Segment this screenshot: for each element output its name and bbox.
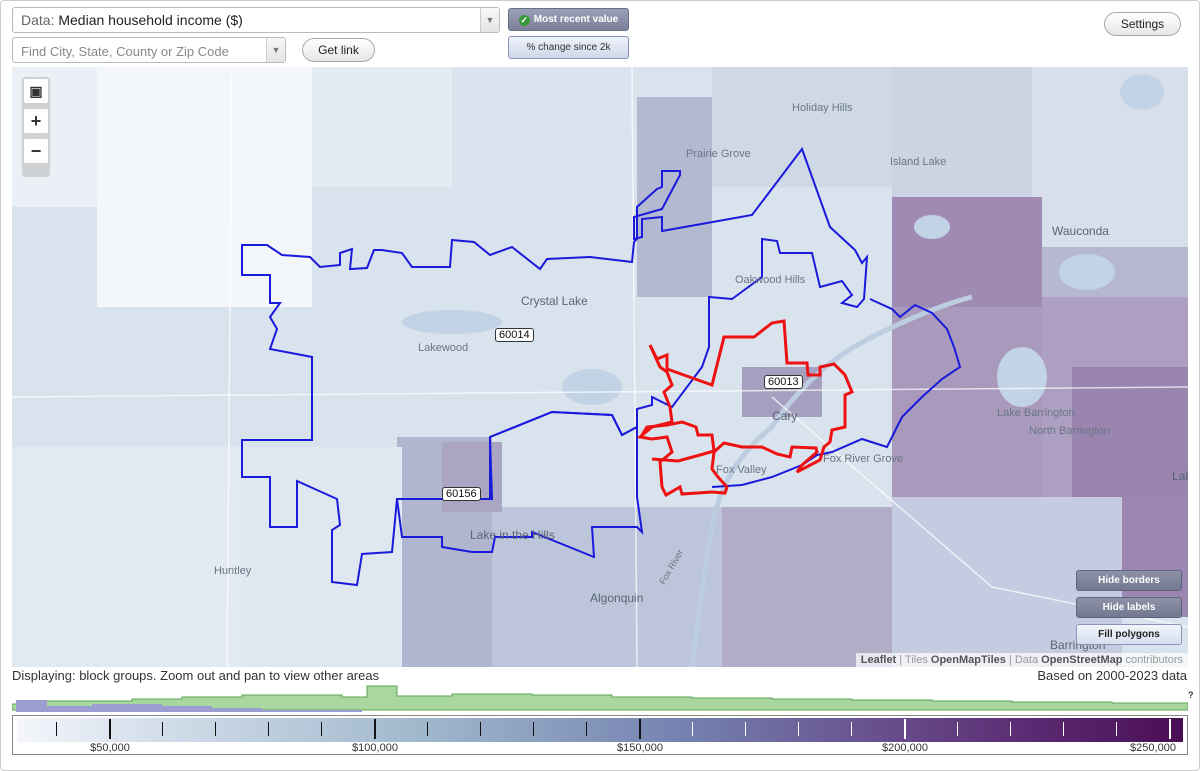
place-label: Lakewood <box>418 342 469 354</box>
map-attribution: Leaflet | Tiles OpenMapTiles | Data Open… <box>855 653 1188 667</box>
place-label: Cary <box>772 409 798 423</box>
histogram <box>12 685 1188 712</box>
check-icon: ✓ <box>518 15 530 26</box>
place-label: Lake in the Hills <box>470 528 555 542</box>
chevron-down-icon[interactable]: ▼ <box>480 8 499 32</box>
block-group <box>1032 67 1188 247</box>
legend-label: $50,000 <box>90 742 130 754</box>
attrib-sep: | Data <box>1008 654 1039 666</box>
place-label: Wauconda <box>1052 224 1109 238</box>
legend-label: $250,000 <box>1130 742 1176 754</box>
data-select-value: Median household income ($) <box>58 12 243 28</box>
legend-tick <box>1116 722 1117 736</box>
legend-tick <box>798 722 799 736</box>
search-field[interactable]: ▼ <box>12 37 286 63</box>
legend-tick <box>321 722 322 736</box>
place-label: Fox River Grove <box>823 453 904 465</box>
legend-tick <box>745 722 746 736</box>
data-select-prefix: Data: <box>21 12 55 28</box>
legend-tick <box>586 722 587 736</box>
legend-tick <box>1063 722 1064 736</box>
block-group <box>12 447 242 667</box>
place-label: Prairie Grove <box>686 148 751 160</box>
lake <box>997 347 1047 407</box>
legend-label: $200,000 <box>882 742 928 754</box>
zoom-out-button[interactable]: − <box>24 139 48 163</box>
zoom-controls: ▣ + − <box>22 77 50 177</box>
attrib-sep: | Tiles <box>899 654 928 666</box>
chevron-down-icon[interactable]: ▼ <box>266 38 285 62</box>
lake <box>402 310 502 334</box>
tiles-link[interactable]: OpenMapTiles <box>931 654 1006 666</box>
block-group <box>892 197 1042 307</box>
most-recent-label: Most recent value <box>533 14 619 25</box>
legend-tick <box>480 722 481 736</box>
legend-label: $150,000 <box>617 742 663 754</box>
block-group <box>712 67 892 187</box>
legend-tick <box>533 722 534 736</box>
hide-labels-button[interactable]: Hide labels <box>1076 597 1182 618</box>
place-label: Huntley <box>214 565 252 577</box>
legend-tick <box>639 719 641 739</box>
legend-gradient <box>17 718 1183 742</box>
color-legend: $50,000 $100,000 $150,000 $200,000 $250,… <box>12 715 1188 755</box>
legend-tick <box>56 722 57 736</box>
block-group <box>442 442 502 512</box>
block-group <box>312 67 452 187</box>
map-canvas[interactable]: Holiday Hills Prairie Grove Island Lake … <box>12 67 1188 667</box>
place-label: Lake Barrington <box>997 407 1075 419</box>
place-label: Algonquin <box>590 591 644 605</box>
legend-tick <box>374 719 376 739</box>
place-label: Holiday Hills <box>792 102 853 114</box>
legend-tick <box>904 719 906 739</box>
lake <box>562 369 622 405</box>
zip-label-60014[interactable]: 60014 <box>495 328 534 342</box>
hide-borders-button[interactable]: Hide borders <box>1076 570 1182 591</box>
block-group <box>722 507 892 667</box>
legend-tick <box>692 722 693 736</box>
legend-tick <box>851 722 852 736</box>
data-select[interactable]: Data: Median household income ($) ▼ <box>12 7 500 33</box>
legend-label: $100,000 <box>352 742 398 754</box>
legend-tick <box>215 722 216 736</box>
attrib-suffix: contributors <box>1125 654 1183 666</box>
block-group <box>97 67 312 307</box>
leaflet-link[interactable]: Leaflet <box>861 654 896 666</box>
histogram-help-icon[interactable]: ? <box>1188 690 1194 700</box>
pct-change-toggle[interactable]: % change since 2k <box>508 36 629 59</box>
legend-tick <box>268 722 269 736</box>
based-on-text: Based on 2000-2023 data <box>1037 668 1187 683</box>
place-label: Lak <box>1172 469 1188 483</box>
legend-tick <box>427 722 428 736</box>
get-link-button[interactable]: Get link <box>302 38 375 62</box>
fill-polygons-button[interactable]: Fill polygons <box>1076 624 1182 645</box>
block-group <box>452 67 637 197</box>
place-label: Oakwood Hills <box>735 274 806 286</box>
search-input[interactable] <box>19 41 263 61</box>
zoom-in-button[interactable]: + <box>24 109 48 133</box>
block-group <box>242 447 402 667</box>
map-layer <box>12 67 1188 667</box>
place-label: Crystal Lake <box>521 294 588 308</box>
zip-label-60013[interactable]: 60013 <box>764 375 803 389</box>
place-label: North Barrington <box>1029 425 1110 437</box>
lake <box>1120 74 1164 110</box>
settings-button[interactable]: Settings <box>1104 12 1181 36</box>
legend-tick <box>109 719 111 739</box>
osm-link[interactable]: OpenStreetMap <box>1041 654 1122 666</box>
place-label: Fox Valley <box>716 464 767 476</box>
fit-bounds-icon[interactable]: ▣ <box>24 79 48 103</box>
lake <box>1059 254 1115 290</box>
legend-tick <box>957 722 958 736</box>
lake <box>914 215 950 239</box>
place-label: Island Lake <box>890 156 947 168</box>
most-recent-value-toggle[interactable]: ✓ Most recent value <box>508 8 629 31</box>
legend-tick <box>162 722 163 736</box>
displaying-text: Displaying: block groups. Zoom out and p… <box>12 668 380 683</box>
zip-label-60156[interactable]: 60156 <box>442 487 481 501</box>
legend-tick <box>1010 722 1011 736</box>
legend-tick <box>1169 719 1171 739</box>
